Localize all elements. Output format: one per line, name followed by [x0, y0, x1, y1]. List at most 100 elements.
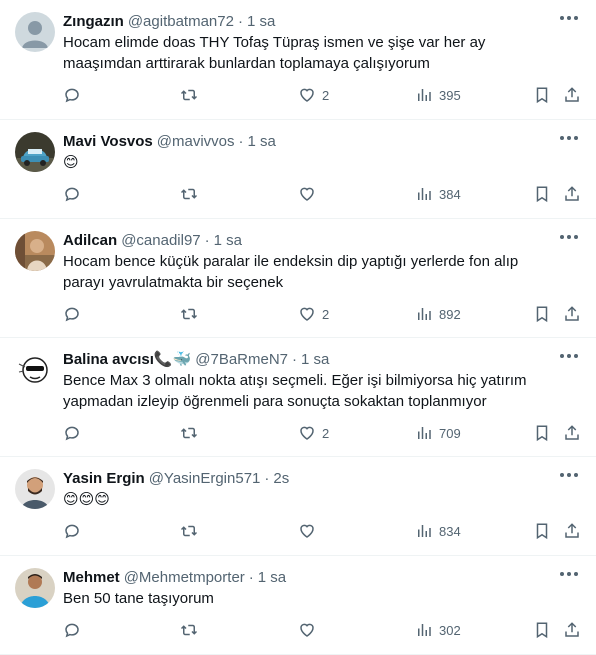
timestamp[interactable]: 1 sa: [247, 13, 275, 30]
user-handle[interactable]: @canadil97: [121, 232, 200, 249]
display-name[interactable]: Yasin Ergin: [63, 470, 145, 487]
timestamp[interactable]: 1 sa: [214, 232, 242, 249]
like-icon: [300, 88, 314, 102]
bookmark-icon: [536, 87, 548, 104]
tweet[interactable]: Adilcan @canadil97 · 1 sa Hocam bence kü…: [0, 219, 596, 338]
views-button[interactable]: 302: [415, 620, 461, 640]
view-count: 892: [439, 306, 461, 322]
avatar[interactable]: [15, 568, 55, 608]
separator-dot: ·: [238, 132, 244, 150]
share-icon: [565, 186, 579, 201]
like-icon: [300, 524, 314, 538]
reply-icon: [65, 623, 79, 638]
reply-icon: [65, 88, 79, 103]
more-icon[interactable]: [560, 235, 578, 241]
avatar[interactable]: [15, 231, 55, 271]
like-button[interactable]: 2: [298, 304, 329, 324]
tweet[interactable]: Balina avcısı📞🐳 @7BaRmeN7 · 1 sa Bence M…: [0, 338, 596, 457]
more-icon[interactable]: [560, 136, 578, 142]
reply-button[interactable]: [63, 184, 81, 204]
reply-button[interactable]: [63, 521, 81, 541]
more-icon[interactable]: [560, 16, 578, 22]
reply-icon: [65, 426, 79, 441]
separator-dot: ·: [248, 568, 254, 586]
more-icon[interactable]: [560, 572, 578, 578]
bookmark-button[interactable]: [533, 184, 551, 204]
timestamp[interactable]: 2s: [273, 470, 289, 487]
bookmark-button[interactable]: [533, 85, 551, 105]
user-handle[interactable]: @agitbatman72: [128, 13, 234, 30]
display-name[interactable]: Balina avcısı📞🐳: [63, 350, 191, 368]
share-icon: [565, 622, 579, 637]
bookmark-icon: [536, 622, 548, 639]
like-icon: [300, 187, 314, 201]
user-handle[interactable]: @7BaRmeN7: [195, 351, 288, 368]
tweet[interactable]: Mehmet @Mehmetmporter · 1 sa Ben 50 tane…: [0, 556, 596, 655]
retweet-button[interactable]: [179, 184, 199, 204]
share-icon: [565, 306, 579, 321]
reply-button[interactable]: [63, 423, 81, 443]
share-icon: [565, 523, 579, 538]
share-button[interactable]: [563, 184, 581, 204]
like-button[interactable]: [298, 184, 322, 204]
display-name[interactable]: Mavi Vosvos: [63, 133, 153, 150]
retweet-button[interactable]: [179, 521, 199, 541]
share-button[interactable]: [563, 304, 581, 324]
separator-dot: ·: [237, 12, 243, 30]
share-button[interactable]: [563, 85, 581, 105]
bookmark-button[interactable]: [533, 304, 551, 324]
like-button[interactable]: [298, 620, 322, 640]
tweet[interactable]: Mavi Vosvos @mavivvos · 1 sa 😊 384: [0, 120, 596, 219]
share-icon: [565, 87, 579, 102]
avatar[interactable]: [15, 12, 55, 52]
more-icon[interactable]: [560, 354, 578, 360]
view-count: 302: [439, 622, 461, 638]
timestamp[interactable]: 1 sa: [301, 351, 329, 368]
tweet[interactable]: Zıngazın @agitbatman72 · 1 sa Hocam elim…: [0, 0, 596, 120]
display-name[interactable]: Adilcan: [63, 232, 117, 249]
display-name[interactable]: Mehmet: [63, 569, 120, 586]
more-icon[interactable]: [560, 473, 578, 479]
retweet-icon: [180, 624, 198, 636]
bookmark-button[interactable]: [533, 620, 551, 640]
like-button[interactable]: [298, 521, 322, 541]
avatar[interactable]: [15, 350, 55, 390]
view-count: 384: [439, 186, 461, 202]
tweet[interactable]: Yasin Ergin @YasinErgin571 · 2s 😊😊😊 834: [0, 457, 596, 556]
views-button[interactable]: 395: [415, 85, 461, 105]
like-button[interactable]: 2: [298, 423, 329, 443]
retweet-button[interactable]: [179, 304, 199, 324]
views-icon: [418, 427, 431, 439]
reply-button[interactable]: [63, 85, 81, 105]
views-button[interactable]: 892: [415, 304, 461, 324]
retweet-button[interactable]: [179, 620, 199, 640]
display-name[interactable]: Zıngazın: [63, 13, 124, 30]
views-button[interactable]: 709: [415, 423, 461, 443]
view-count: 709: [439, 425, 461, 441]
user-handle[interactable]: @YasinErgin571: [149, 470, 261, 487]
bookmark-button[interactable]: [533, 521, 551, 541]
timestamp[interactable]: 1 sa: [248, 133, 276, 150]
like-count: 2: [322, 87, 330, 103]
avatar[interactable]: [15, 469, 55, 509]
bookmark-button[interactable]: [533, 423, 551, 443]
user-handle[interactable]: @Mehmetmporter: [124, 569, 245, 586]
avatar[interactable]: [15, 132, 55, 172]
tweet-actions: 834: [63, 510, 580, 558]
timestamp[interactable]: 1 sa: [258, 569, 286, 586]
retweet-button[interactable]: [179, 423, 199, 443]
views-button[interactable]: 384: [415, 184, 461, 204]
share-button[interactable]: [563, 620, 581, 640]
retweet-button[interactable]: [179, 85, 199, 105]
reply-icon: [65, 187, 79, 202]
reply-button[interactable]: [63, 304, 81, 324]
like-button[interactable]: 2: [298, 85, 329, 105]
views-button[interactable]: 834: [415, 521, 461, 541]
view-count: 834: [439, 523, 461, 539]
share-button[interactable]: [563, 521, 581, 541]
share-button[interactable]: [563, 423, 581, 443]
reply-button[interactable]: [63, 620, 81, 640]
user-handle[interactable]: @mavivvos: [157, 133, 235, 150]
reply-icon: [65, 307, 79, 322]
reply-feed: Zıngazın @agitbatman72 · 1 sa Hocam elim…: [0, 0, 596, 655]
